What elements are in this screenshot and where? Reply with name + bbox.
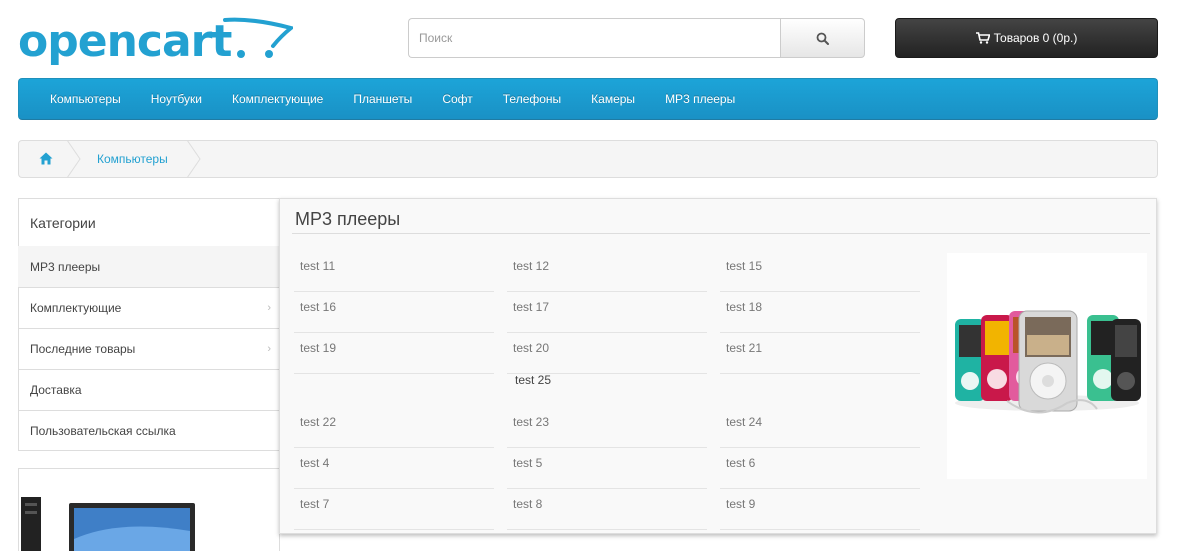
search-bar bbox=[408, 18, 865, 58]
shopping-cart-icon bbox=[975, 32, 990, 44]
dropdown-link[interactable]: test 24 bbox=[720, 407, 920, 448]
breadcrumb: Компьютеры bbox=[18, 140, 1158, 178]
dropdown-link[interactable]: test 4 bbox=[294, 448, 494, 489]
menu-item-components[interactable]: Комплектующие bbox=[217, 92, 338, 106]
sidebar-item-label: Комплектующие bbox=[30, 301, 122, 315]
dropdown-link[interactable]: test 15 bbox=[720, 251, 920, 292]
sidebar-item-label: Последние товары bbox=[30, 342, 136, 356]
dropdown-link[interactable]: test 22 bbox=[294, 407, 494, 448]
dropdown-divider bbox=[292, 233, 1150, 234]
dropdown-link[interactable]: test 8 bbox=[507, 489, 707, 530]
dropdown-link[interactable]: test 5 bbox=[507, 448, 707, 489]
cart-button[interactable]: Товаров 0 (0р.) bbox=[895, 18, 1158, 58]
sidebar-item-mp3-players[interactable]: MP3 плееры bbox=[18, 246, 280, 287]
dropdown-link[interactable]: test 25 bbox=[509, 365, 709, 406]
opencart-logo[interactable]: opencart bbox=[18, 14, 298, 70]
search-input[interactable] bbox=[408, 18, 781, 58]
cart-logo-icon bbox=[223, 17, 293, 58]
categories-heading: Категории bbox=[18, 198, 280, 246]
breadcrumb-link-computers[interactable]: Компьютеры bbox=[97, 152, 168, 166]
main-menu: Компьютеры Ноутбуки Комплектующие Планше… bbox=[18, 78, 1158, 120]
mp3-players-image bbox=[955, 310, 1141, 414]
dropdown-link[interactable]: test 7 bbox=[294, 489, 494, 530]
chevron-right-icon: › bbox=[267, 343, 271, 355]
dropdown-link[interactable]: test 18 bbox=[720, 292, 920, 333]
mp3-players-dropdown: MP3 плееры test 11 test 12 test 15 test … bbox=[279, 198, 1157, 534]
dropdown-title: MP3 плееры bbox=[295, 209, 401, 229]
dropdown-link[interactable]: test 19 bbox=[294, 333, 494, 374]
menu-item-mp3-players[interactable]: MP3 плееры bbox=[650, 92, 750, 106]
menu-item-phones[interactable]: Телефоны bbox=[488, 92, 576, 106]
sidebar-item-label: MP3 плееры bbox=[30, 260, 101, 274]
sidebar-item-delivery[interactable]: Доставка bbox=[18, 369, 280, 410]
sidebar-item-components[interactable]: Комплектующие › bbox=[18, 287, 280, 328]
category-image bbox=[947, 253, 1147, 479]
menu-item-computers[interactable]: Компьютеры bbox=[35, 92, 136, 106]
home-icon[interactable] bbox=[39, 152, 53, 168]
dropdown-link[interactable]: test 23 bbox=[507, 407, 707, 448]
logo-text: opencart bbox=[18, 16, 232, 67]
breadcrumb-separator-icon bbox=[187, 140, 201, 178]
category-sidebar: Категории MP3 плееры Комплектующие › Пос… bbox=[18, 198, 280, 451]
dropdown-link[interactable]: test 11 bbox=[294, 251, 494, 292]
dropdown-link[interactable]: test 17 bbox=[507, 292, 707, 333]
menu-item-laptops[interactable]: Ноутбуки bbox=[136, 92, 217, 106]
sidebar-item-custom-link[interactable]: Пользовательская ссылка bbox=[18, 410, 280, 451]
sidebar-banner[interactable] bbox=[18, 468, 280, 551]
search-button[interactable] bbox=[780, 18, 865, 58]
dropdown-link[interactable]: test 9 bbox=[720, 489, 920, 530]
breadcrumb-separator-icon bbox=[67, 140, 81, 178]
cart-label: Товаров 0 (0р.) bbox=[993, 31, 1078, 45]
menu-item-tablets[interactable]: Планшеты bbox=[338, 92, 427, 106]
menu-item-cameras[interactable]: Камеры bbox=[576, 92, 650, 106]
chevron-right-icon: › bbox=[267, 302, 271, 314]
menu-item-software[interactable]: Софт bbox=[427, 92, 487, 106]
sidebar-item-latest-products[interactable]: Последние товары › bbox=[18, 328, 280, 369]
dropdown-link[interactable]: test 12 bbox=[507, 251, 707, 292]
sidebar-item-label: Пользовательская ссылка bbox=[30, 423, 176, 438]
computer-product-image bbox=[21, 497, 195, 551]
dropdown-link[interactable]: test 21 bbox=[720, 333, 920, 374]
sidebar-item-label: Доставка bbox=[30, 383, 82, 397]
dropdown-link[interactable]: test 6 bbox=[720, 448, 920, 489]
dropdown-link[interactable]: test 16 bbox=[294, 292, 494, 333]
search-icon bbox=[816, 32, 829, 45]
